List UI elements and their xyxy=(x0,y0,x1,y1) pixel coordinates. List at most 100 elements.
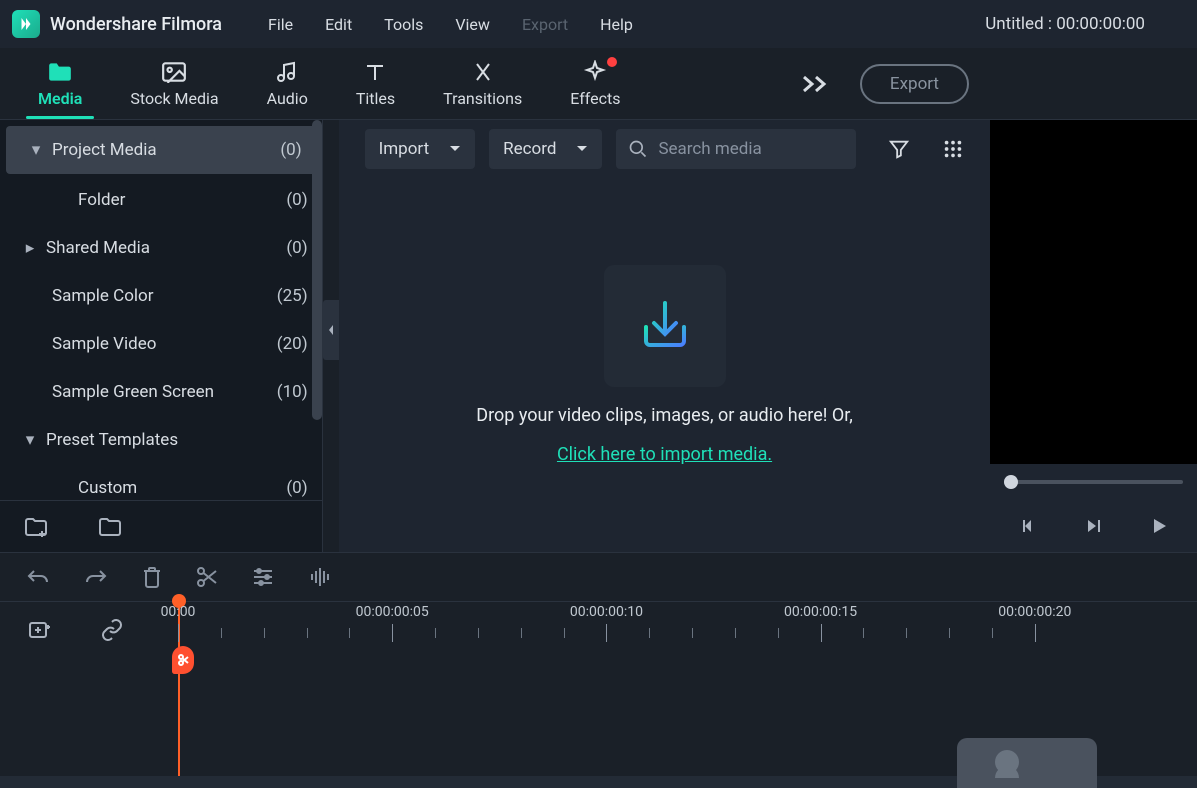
music-note-icon xyxy=(274,59,300,85)
sidebar-item-count: (0) xyxy=(286,190,307,210)
chevron-down-icon xyxy=(449,145,461,153)
new-folder-icon[interactable] xyxy=(24,517,48,537)
sidebar-item-sample-video[interactable]: Sample Video (20) xyxy=(0,320,322,368)
audio-mixer-icon[interactable] xyxy=(308,566,330,588)
tab-stock-label: Stock Media xyxy=(130,89,218,108)
tab-media-label: Media xyxy=(38,89,82,108)
sidebar-item-count: (0) xyxy=(286,478,307,498)
timeline-panel: 00:00 00:00:00:05 00:00:00:10 00:00:00:15 00… xyxy=(0,552,1197,788)
folder-icon[interactable] xyxy=(98,517,122,537)
sidebar-item-sample-color[interactable]: Sample Color (25) xyxy=(0,272,322,320)
prev-frame-button[interactable] xyxy=(1019,516,1039,536)
split-icon[interactable] xyxy=(196,566,218,588)
menu-help[interactable]: Help xyxy=(584,15,649,34)
tab-audio-label: Audio xyxy=(267,89,308,108)
folder-icon xyxy=(47,59,73,85)
preview-canvas[interactable] xyxy=(990,120,1197,464)
sidebar-item-label: Preset Templates xyxy=(46,430,308,450)
menu-export[interactable]: Export xyxy=(506,15,584,34)
link-icon[interactable] xyxy=(100,618,124,642)
search-input[interactable] xyxy=(658,139,838,159)
menu-file[interactable]: File xyxy=(252,15,309,34)
timeline-left-controls xyxy=(0,602,170,657)
sidebar-item-label: Sample Video xyxy=(52,334,277,354)
ruler-label: 00:00 xyxy=(161,604,196,620)
delete-icon[interactable] xyxy=(142,566,162,588)
export-button[interactable]: Export xyxy=(860,64,969,104)
preview-seek-slider[interactable] xyxy=(990,464,1197,500)
media-toolbar: Import Record xyxy=(339,120,991,178)
dropzone-text: Drop your video clips, images, or audio … xyxy=(476,405,853,426)
sidebar-item-project-media[interactable]: ▾ Project Media (0) xyxy=(6,126,316,174)
sidebar-item-label: Project Media xyxy=(52,140,280,160)
media-dropzone[interactable]: Drop your video clips, images, or audio … xyxy=(339,178,991,552)
sidebar-item-label: Folder xyxy=(78,190,286,210)
menu-view[interactable]: View xyxy=(439,15,506,34)
category-tabs: Media Stock Media Audio Titles Transitio… xyxy=(0,48,1197,120)
import-dropdown[interactable]: Import xyxy=(365,129,476,169)
chevron-down-icon xyxy=(576,145,588,153)
tab-effects-label: Effects xyxy=(570,89,620,108)
chevron-down-icon: ▾ xyxy=(26,140,46,160)
clip-placeholder[interactable] xyxy=(957,738,1097,788)
timeline-ruler[interactable]: 00:0000:00:00:0500:00:00:1000:00:00:1500… xyxy=(170,602,1197,657)
sidebar-item-sample-green-screen[interactable]: Sample Green Screen (10) xyxy=(0,368,322,416)
sidebar-item-folder[interactable]: Folder (0) xyxy=(0,176,322,224)
sidebar-footer xyxy=(0,500,322,552)
tab-titles[interactable]: Titles xyxy=(332,53,419,114)
ruler-label: 00:00:00:10 xyxy=(570,604,643,620)
filter-icon[interactable] xyxy=(888,138,910,160)
play-step-button[interactable] xyxy=(1084,516,1104,536)
tab-stock-media[interactable]: Stock Media xyxy=(106,53,242,114)
tab-audio[interactable]: Audio xyxy=(243,53,332,114)
transitions-icon xyxy=(470,59,496,85)
ruler-label: 00:00:00:15 xyxy=(784,604,857,620)
play-button[interactable] xyxy=(1149,516,1169,536)
preview-panel xyxy=(990,120,1197,552)
sidebar-item-count: (0) xyxy=(286,238,307,258)
grid-view-icon[interactable] xyxy=(942,138,964,160)
chevron-down-icon: ▾ xyxy=(20,430,40,450)
slider-thumb[interactable] xyxy=(1004,475,1018,489)
search-media[interactable] xyxy=(616,129,856,169)
sidebar-item-count: (20) xyxy=(277,334,308,354)
menu-tools[interactable]: Tools xyxy=(368,15,439,34)
notification-dot-icon xyxy=(607,57,617,67)
tab-transitions[interactable]: Transitions xyxy=(419,53,546,114)
preview-controls xyxy=(990,500,1197,552)
sidebar-scrollbar[interactable] xyxy=(312,120,322,420)
media-sidebar: ▾ Project Media (0) Folder (0) ▸ Shared … xyxy=(0,120,323,552)
adjust-icon[interactable] xyxy=(252,567,274,587)
collapse-sidebar-icon[interactable] xyxy=(323,300,339,360)
project-title: Untitled : 00:00:00:00 xyxy=(985,14,1145,34)
sidebar-item-label: Shared Media xyxy=(46,238,286,258)
undo-icon[interactable] xyxy=(26,567,50,587)
menu-edit[interactable]: Edit xyxy=(309,15,368,34)
tab-transitions-label: Transitions xyxy=(443,89,522,108)
import-media-link[interactable]: Click here to import media. xyxy=(557,444,772,465)
app-logo-icon xyxy=(12,10,40,38)
import-label: Import xyxy=(379,139,430,159)
effects-icon xyxy=(582,59,608,85)
sidebar-item-label: Sample Color xyxy=(52,286,277,306)
sidebar-item-preset-templates[interactable]: ▾ Preset Templates xyxy=(0,416,322,464)
ruler-label: 00:00:00:05 xyxy=(356,604,429,620)
tab-media[interactable]: Media xyxy=(14,53,106,114)
sidebar-item-count: (0) xyxy=(280,140,301,160)
ruler-label: 00:00:00:20 xyxy=(998,604,1071,620)
menubar: Wondershare Filmora File Edit Tools View… xyxy=(0,0,1197,48)
sidebar-item-custom[interactable]: Custom (0) xyxy=(0,464,322,500)
sidebar-item-shared-media[interactable]: ▸ Shared Media (0) xyxy=(0,224,322,272)
tab-effects[interactable]: Effects xyxy=(546,53,644,114)
text-icon xyxy=(362,59,388,85)
record-label: Record xyxy=(503,139,556,159)
timeline-tracks[interactable] xyxy=(0,657,1197,788)
media-panel: Import Record xyxy=(339,120,991,552)
redo-icon[interactable] xyxy=(84,567,108,587)
record-dropdown[interactable]: Record xyxy=(489,129,602,169)
tab-titles-label: Titles xyxy=(356,89,395,108)
sidebar-item-label: Custom xyxy=(78,478,286,498)
more-tabs-icon[interactable] xyxy=(802,75,842,93)
add-track-icon[interactable] xyxy=(28,619,52,641)
sidebar-item-count: (10) xyxy=(277,382,308,402)
